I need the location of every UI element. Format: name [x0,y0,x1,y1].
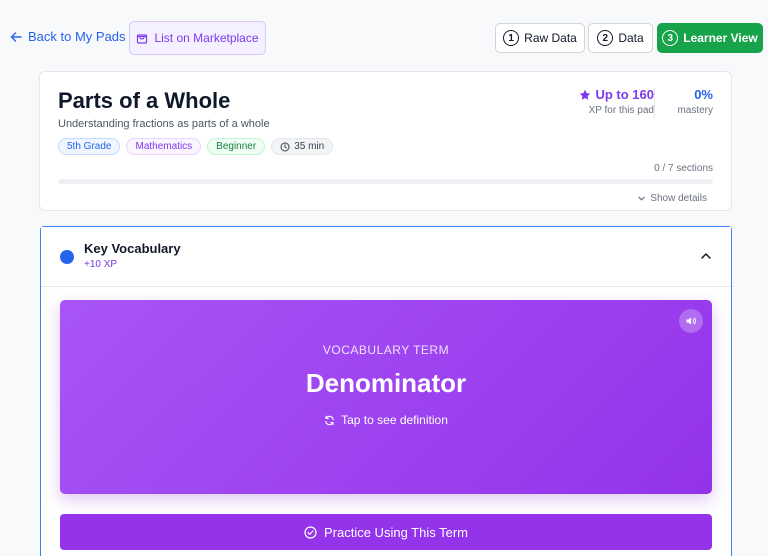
tab-label: Data [618,31,644,45]
page-subtitle: Understanding fractions as parts of a wh… [58,118,270,130]
grade-tag: 5th Grade [58,138,121,155]
practice-term-button[interactable]: Practice Using This Term [60,514,712,550]
stat-divider [654,88,655,118]
speaker-icon [686,317,696,325]
shopping-bag-icon [137,34,148,44]
vocabulary-flashcard[interactable]: VOCABULARY TERM Denominator Tap to see d… [60,300,712,494]
list-on-marketplace-button[interactable]: List on Marketplace [129,21,266,55]
flip-hint-label: Tap to see definition [341,413,448,427]
mastery-caption: mastery [677,105,713,116]
vocabulary-section-header[interactable]: Key Vocabulary +10 XP [41,227,731,287]
xp-stat: Up to 160 XP for this pad [579,87,654,116]
duration-tag: 35 min [271,138,334,155]
audio-button[interactable] [679,309,703,333]
section-status-dot [60,250,74,264]
pad-header-card: Parts of a Whole Understanding fractions… [39,71,732,211]
clock-icon [280,142,290,151]
back-link-label: Back to My Pads [28,29,126,44]
top-bar: Back to My Pads List on Marketplace 1 Ra… [0,21,768,55]
mastery-stat: 0% mastery [677,87,713,116]
tab-raw-data[interactable]: 1 Raw Data [495,23,585,53]
chevron-down-icon [638,196,646,201]
sections-progress-text: 0 / 7 sections [654,163,713,174]
xp-caption: XP for this pad [588,105,654,116]
check-circle-icon [304,525,317,539]
arrow-left-icon [10,31,22,42]
level-tag: Beginner [207,138,266,155]
step-number-badge: 3 [662,30,679,46]
vocabulary-term: Denominator [305,368,467,398]
xp-value: Up to 160 [595,87,654,102]
back-to-pads-link[interactable]: Back to My Pads [10,29,126,44]
card-label: VOCABULARY TERM [322,343,450,357]
chevron-up-icon[interactable] [699,249,713,263]
duration-label: 35 min [294,141,325,152]
mastery-value: 0% [694,87,713,102]
practice-button-label: Practice Using This Term [323,524,468,540]
show-details-label: Show details [650,193,707,204]
section-xp: +10 XP [84,259,118,270]
step-number-badge: 2 [597,30,614,46]
show-details-toggle[interactable]: Show details [637,193,707,204]
flip-hint: Tap to see definition [60,413,712,427]
tag-list: 5th Grade Mathematics Beginner 35 min [58,138,334,155]
vocabulary-section: Key Vocabulary +10 XP VOCABULARY TERM De… [40,226,732,556]
tab-label: Raw Data [524,31,577,45]
page-title: Parts of a Whole [58,88,231,113]
refresh-icon [325,415,334,425]
tab-label: Learner View [683,31,758,45]
tab-learner-view[interactable]: 3 Learner View [657,23,763,53]
progress-bar [58,179,713,184]
section-title: Key Vocabulary [84,241,181,256]
marketplace-label: List on Marketplace [154,31,259,45]
step-number-badge: 1 [503,30,520,46]
tab-data[interactable]: 2 Data [588,23,653,53]
subject-tag: Mathematics [126,138,202,155]
star-icon [580,89,591,100]
